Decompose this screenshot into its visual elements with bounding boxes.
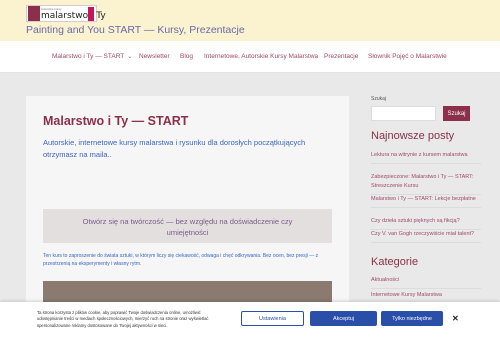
close-icon[interactable]: ✕ xyxy=(452,314,459,323)
main-navigation: Malarstwo i Ty — START ⌄ Newsletter Blog … xyxy=(0,41,500,73)
category-link[interactable]: Aktualności xyxy=(371,276,481,289)
nav-item-label: Malarstwo i Ty — START xyxy=(52,53,125,60)
recent-post-link[interactable]: Czy V. van Gogh rzeczywiście miał talent… xyxy=(371,230,481,243)
sub-text: Ten kurs to zaproszenie do świata sztuki… xyxy=(43,253,319,267)
recent-post-link[interactable]: Czy dzieła sztuki pięknych są fikcją? xyxy=(371,217,481,230)
chevron-down-icon: ⌄ xyxy=(127,54,133,60)
cookie-banner: Ta strona korzysta z plików cookie, aby … xyxy=(0,302,500,348)
nav-item-prezentacje[interactable]: Prezentacje xyxy=(324,53,358,60)
site-header: Autorskie kursy malarstwo i Ty Painting … xyxy=(0,0,500,41)
cookie-text: Ta strona korzysta z plików cookie, aby … xyxy=(37,310,209,328)
nav-item-blog[interactable]: Blog xyxy=(180,53,193,60)
cookie-settings-button[interactable]: Ustawienia xyxy=(241,311,304,326)
logo-mark xyxy=(28,6,40,21)
nav-item-newsletter[interactable]: Newsletter xyxy=(139,53,170,60)
nav-item-slownik[interactable]: Słownik Pojęć o Malarstwie xyxy=(368,53,447,60)
nav-item-kursy[interactable]: Internetowe, Autorskie Kursy Malarstwa xyxy=(204,53,318,60)
recent-post-link[interactable]: Malarstwo i Ty — START: Lekcje bezpłatne xyxy=(371,195,481,208)
logo-text: malarstwo i Ty xyxy=(41,11,106,21)
search-button[interactable]: Szukaj xyxy=(443,106,470,121)
recent-post-link[interactable]: Zabezpieczone: Malarstwo i Ty — START: S… xyxy=(371,173,481,195)
nav-item-malarstwo-start[interactable]: Malarstwo i Ty — START ⌄ xyxy=(52,53,132,60)
logo-accent-bar xyxy=(88,7,94,21)
recent-posts-heading: Najnowsze posty xyxy=(371,130,455,142)
recent-post-link[interactable]: Lektura na witrynie z kursem malarstwa xyxy=(371,151,481,164)
site-tagline: Painting and You START — Kursy, Prezenta… xyxy=(26,24,245,36)
site-logo[interactable]: Autorskie kursy malarstwo i Ty xyxy=(26,5,106,22)
search-input[interactable] xyxy=(371,106,436,121)
cookie-accept-button[interactable]: Akceptuj xyxy=(310,311,377,326)
categories-heading: Kategorie xyxy=(371,256,419,268)
search-label: Szukaj xyxy=(371,96,387,102)
quote-text: Otwórz się na twórczość — bez względu na… xyxy=(82,217,293,237)
intro-text: Autorskie, internetowe kursy malarstwa i… xyxy=(43,138,306,159)
page-title: Malarstwo i Ty — START xyxy=(43,114,189,128)
quote-box: Otwórz się na twórczość — bez względu na… xyxy=(43,209,332,243)
cookie-necessary-button[interactable]: Tylko niezbędne xyxy=(381,311,443,326)
